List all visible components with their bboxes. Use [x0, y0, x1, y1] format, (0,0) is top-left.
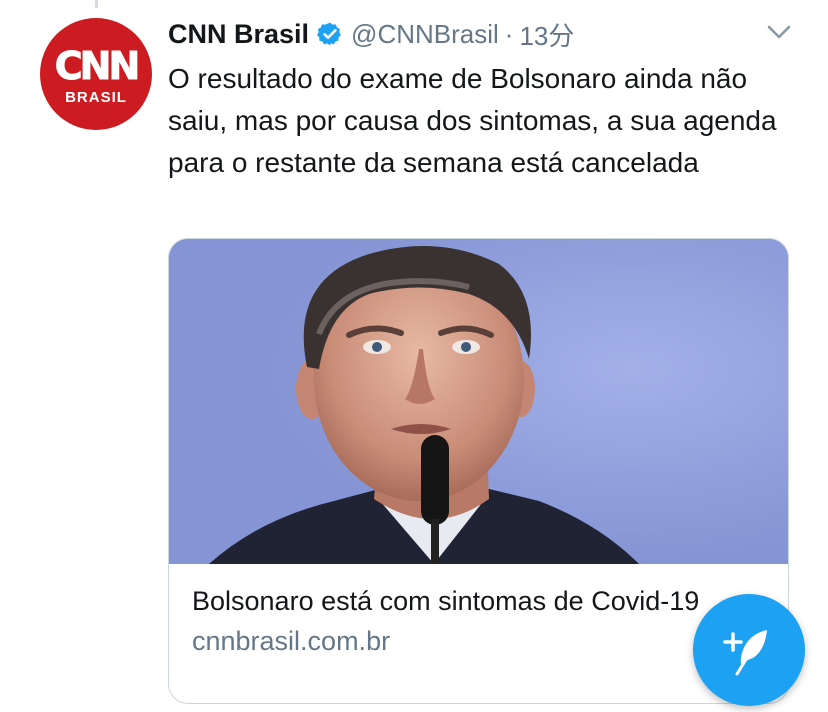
chevron-down-icon[interactable]: [766, 22, 792, 42]
tweet-header: CNN Brasil @CNNBrasil · 13分: [168, 14, 574, 54]
card-domain: cnnbrasil.com.br: [192, 626, 391, 656]
card-image: [169, 239, 788, 564]
verified-badge-icon: [317, 21, 343, 47]
thread-connector-line: [95, 0, 98, 8]
tweet-text: O resultado do exame de Bolsonaro ainda …: [168, 63, 777, 178]
card-title[interactable]: Bolsonaro está com sintomas de Covid-19: [192, 583, 752, 620]
tweet-timestamp[interactable]: 13分: [519, 16, 574, 53]
avatar-logo-text: CNN: [54, 43, 140, 88]
tweet-view: CNN BRASIL CNN Brasil @CNNBrasil · 13分 O…: [0, 0, 828, 712]
compose-feather-icon: [723, 630, 767, 676]
card-text: Bolsonaro está com sintomas de Covid-19 …: [192, 583, 752, 659]
author-display-name[interactable]: CNN Brasil: [168, 19, 309, 50]
compose-tweet-button[interactable]: [693, 594, 805, 706]
avatar[interactable]: CNN BRASIL: [40, 18, 152, 130]
author-handle[interactable]: @CNNBrasil: [351, 19, 499, 50]
avatar-logo-subtitle: BRASIL: [65, 88, 127, 106]
header-separator: ·: [504, 18, 514, 49]
